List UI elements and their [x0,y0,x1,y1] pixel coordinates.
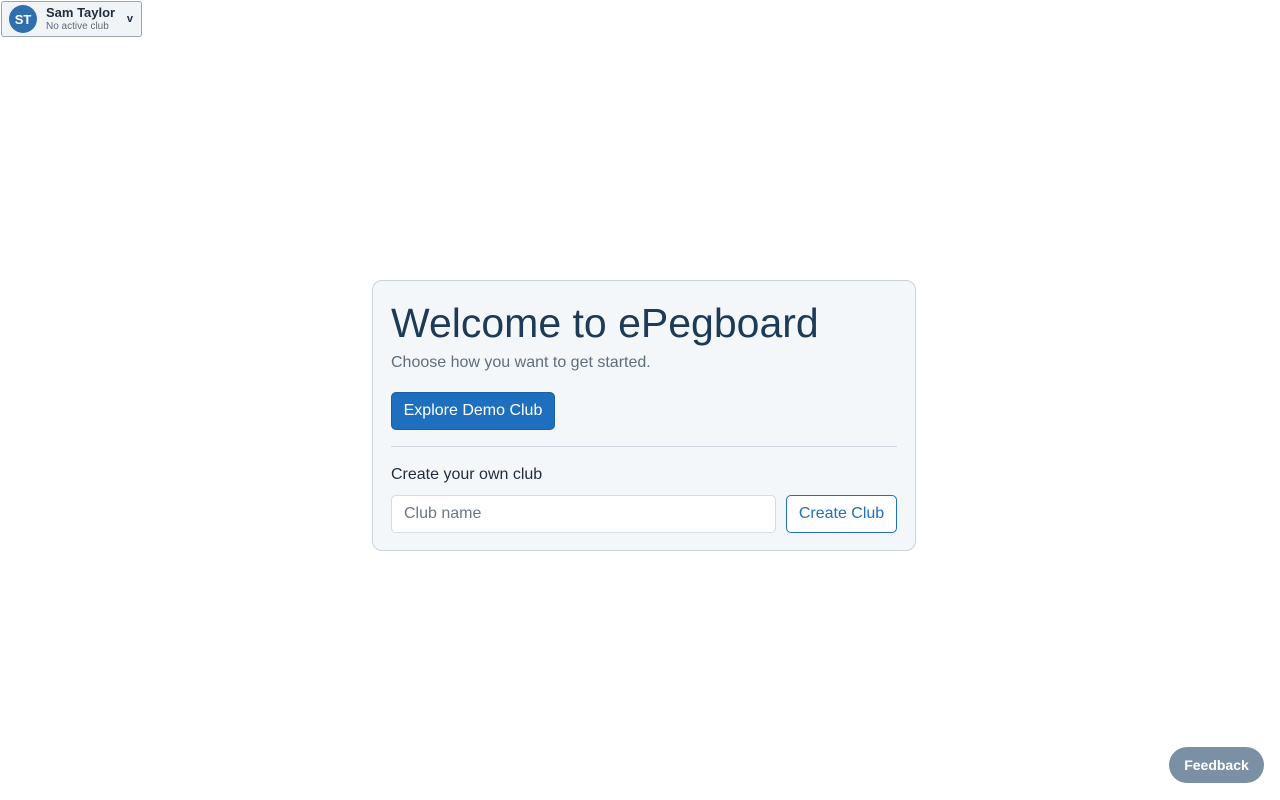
feedback-button[interactable]: Feedback [1169,747,1264,783]
user-name: Sam Taylor [46,5,116,20]
avatar: ST [9,5,37,33]
user-info: Sam Taylor No active club [46,6,115,32]
user-menu-button[interactable]: ST Sam Taylor No active club v [1,1,142,37]
page-subtitle: Choose how you want to get started. [391,354,651,371]
explore-demo-club-button[interactable]: Explore Demo Club [391,392,555,430]
page-title: Welcome to ePegboard [391,300,819,346]
create-club-label: Create your own club [391,466,543,483]
active-club-status: No active club [46,21,109,32]
chevron-down-icon: v [126,13,133,25]
club-name-input[interactable] [391,495,776,533]
create-club-button[interactable]: Create Club [786,495,897,533]
divider [391,446,897,447]
welcome-card: Welcome to ePegboard Choose how you want… [372,280,916,551]
